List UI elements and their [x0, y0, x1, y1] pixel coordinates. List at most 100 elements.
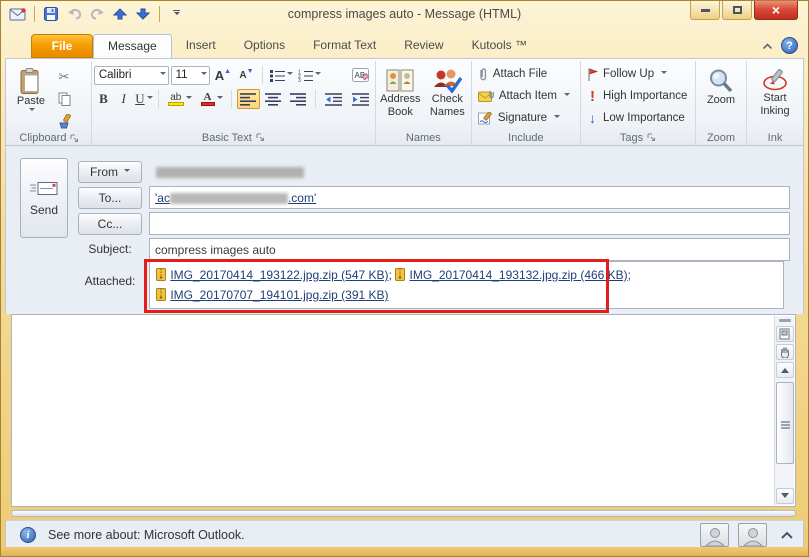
tab-format-text[interactable]: Format Text	[299, 34, 390, 58]
message-body[interactable]	[11, 314, 796, 507]
outlook-message-window: compress images auto - Message (HTML) × …	[0, 0, 809, 557]
copy-icon[interactable]	[52, 89, 76, 109]
splitter-handle[interactable]	[778, 319, 791, 322]
tab-review[interactable]: Review	[390, 34, 457, 58]
underline-icon[interactable]: U	[134, 89, 153, 109]
names-group-label: Names	[405, 131, 441, 144]
attachment-item[interactable]: IMG_20170707_194101.jpg.zip (391 KB)	[156, 288, 389, 302]
align-center-icon[interactable]	[262, 89, 285, 109]
start-inking-button[interactable]: Start Inking	[749, 63, 801, 130]
high-importance-icon: !	[590, 87, 595, 105]
address-book-button[interactable]: Address Book	[377, 63, 423, 130]
text-highlight-icon[interactable]: ab	[164, 89, 195, 109]
subject-value: compress images auto	[155, 242, 276, 257]
scrollbar-thumb[interactable]	[775, 382, 794, 464]
next-item-icon[interactable]	[134, 5, 152, 23]
attach-item-icon	[477, 91, 494, 102]
tab-insert[interactable]: Insert	[172, 34, 230, 58]
close-button[interactable]: ×	[754, 1, 798, 20]
from-button[interactable]: From	[78, 161, 142, 183]
to-button[interactable]: To...	[78, 187, 142, 209]
paperclip-icon	[480, 67, 486, 80]
attached-field[interactable]: IMG_20170414_193122.jpg.zip (547 KB); IM…	[149, 261, 784, 309]
ribbon-tabs: File Message Insert Options Format Text …	[5, 29, 804, 58]
tags-dialog-launcher-icon[interactable]	[647, 133, 656, 142]
ribbon: Paste ✂ Clipboard Calibri 11 A ▲ A ▼ 1 2…	[5, 58, 804, 146]
attach-file-button[interactable]: Attach File	[474, 63, 578, 85]
numbering-icon[interactable]: 123	[296, 65, 324, 85]
attachment-item[interactable]: IMG_20170414_193132.jpg.zip (466 KB);	[395, 268, 631, 282]
increase-indent-icon[interactable]	[348, 89, 373, 109]
window-title: compress images auto - Message (HTML)	[287, 7, 522, 21]
cc-field[interactable]	[149, 212, 790, 235]
tab-kutools[interactable]: Kutools ™	[458, 34, 541, 58]
program-icon[interactable]	[9, 5, 27, 23]
help-icon[interactable]: ?	[781, 37, 798, 54]
contact-photo-placeholder[interactable]	[738, 522, 767, 547]
collapse-ribbon-icon[interactable]	[762, 39, 773, 53]
title-bar: compress images auto - Message (HTML) ×	[1, 1, 808, 29]
send-button[interactable]: Send	[20, 158, 68, 238]
scrollbar-track[interactable]	[775, 380, 794, 486]
paste-button[interactable]: Paste	[10, 63, 52, 131]
to-recipient-value: 'ac .com'	[155, 190, 317, 205]
collapse-people-pane-icon[interactable]	[781, 528, 793, 542]
zip-file-icon	[156, 268, 166, 281]
tags-group-label: Tags	[619, 131, 644, 144]
decrease-indent-icon[interactable]	[321, 89, 346, 109]
redo-icon[interactable]	[88, 5, 106, 23]
attach-item-button[interactable]: Attach Item	[474, 85, 578, 107]
shrink-font-icon[interactable]: A ▼	[236, 65, 258, 85]
tab-message[interactable]: Message	[93, 34, 172, 58]
font-color-icon[interactable]: A	[197, 89, 226, 109]
undo-icon[interactable]	[65, 5, 83, 23]
to-field[interactable]: 'ac .com'	[149, 186, 790, 209]
follow-up-button[interactable]: Follow Up	[583, 63, 693, 85]
low-importance-button[interactable]: ↓ Low Importance	[583, 107, 693, 129]
minimize-button[interactable]	[690, 1, 720, 20]
signature-button[interactable]: Signature	[474, 107, 578, 129]
bullets-icon[interactable]	[268, 65, 294, 85]
align-right-icon[interactable]	[287, 89, 310, 109]
people-pane-splitter[interactable]	[11, 510, 796, 517]
format-painter-icon[interactable]	[52, 111, 76, 131]
check-names-button[interactable]: Check Names	[425, 63, 469, 130]
group-tags: Follow Up ! High Importance ↓ Low Import…	[581, 61, 696, 145]
from-value-redacted	[156, 165, 304, 179]
clipboard-dialog-launcher-icon[interactable]	[70, 134, 79, 143]
cc-button[interactable]: Cc...	[78, 213, 142, 235]
pan-hand-icon[interactable]	[775, 344, 794, 360]
check-names-icon	[434, 69, 463, 93]
contact-photo-placeholder[interactable]	[700, 522, 729, 547]
cut-icon[interactable]: ✂	[52, 67, 76, 87]
align-left-icon[interactable]	[236, 89, 260, 109]
grow-font-icon[interactable]: A ▲	[212, 65, 234, 85]
basic-text-dialog-launcher-icon[interactable]	[256, 133, 265, 142]
follow-up-flag-icon	[588, 67, 598, 81]
scroll-down-icon[interactable]	[775, 488, 794, 504]
tab-options[interactable]: Options	[230, 34, 299, 58]
window-frame-bottom	[1, 547, 808, 556]
font-name-combo[interactable]: Calibri	[93, 65, 169, 85]
select-browse-object-icon[interactable]	[775, 326, 794, 342]
font-size-combo[interactable]: 11	[170, 65, 211, 85]
paste-dropdown-arrow	[29, 108, 35, 114]
subject-field[interactable]: compress images auto	[149, 238, 790, 261]
start-inking-icon	[762, 69, 787, 91]
zoom-button[interactable]: Zoom	[698, 63, 744, 130]
maximize-button[interactable]	[722, 1, 752, 20]
bold-icon[interactable]: B	[94, 89, 113, 109]
body-scrollbar[interactable]	[774, 316, 794, 505]
tab-file[interactable]: File	[31, 34, 93, 58]
italic-icon[interactable]: I	[115, 89, 132, 109]
scroll-up-icon[interactable]	[775, 362, 794, 378]
high-importance-button[interactable]: ! High Importance	[583, 85, 693, 107]
zip-file-icon	[395, 268, 406, 281]
clear-formatting-icon[interactable]: AB	[347, 65, 373, 85]
save-icon[interactable]	[42, 5, 60, 23]
previous-item-icon[interactable]	[111, 5, 129, 23]
attachment-item[interactable]: IMG_20170414_193122.jpg.zip (547 KB);	[156, 268, 395, 282]
attach-item-dropdown-arrow	[564, 93, 571, 99]
group-zoom: Zoom Zoom	[696, 61, 747, 145]
signature-icon	[477, 111, 492, 124]
